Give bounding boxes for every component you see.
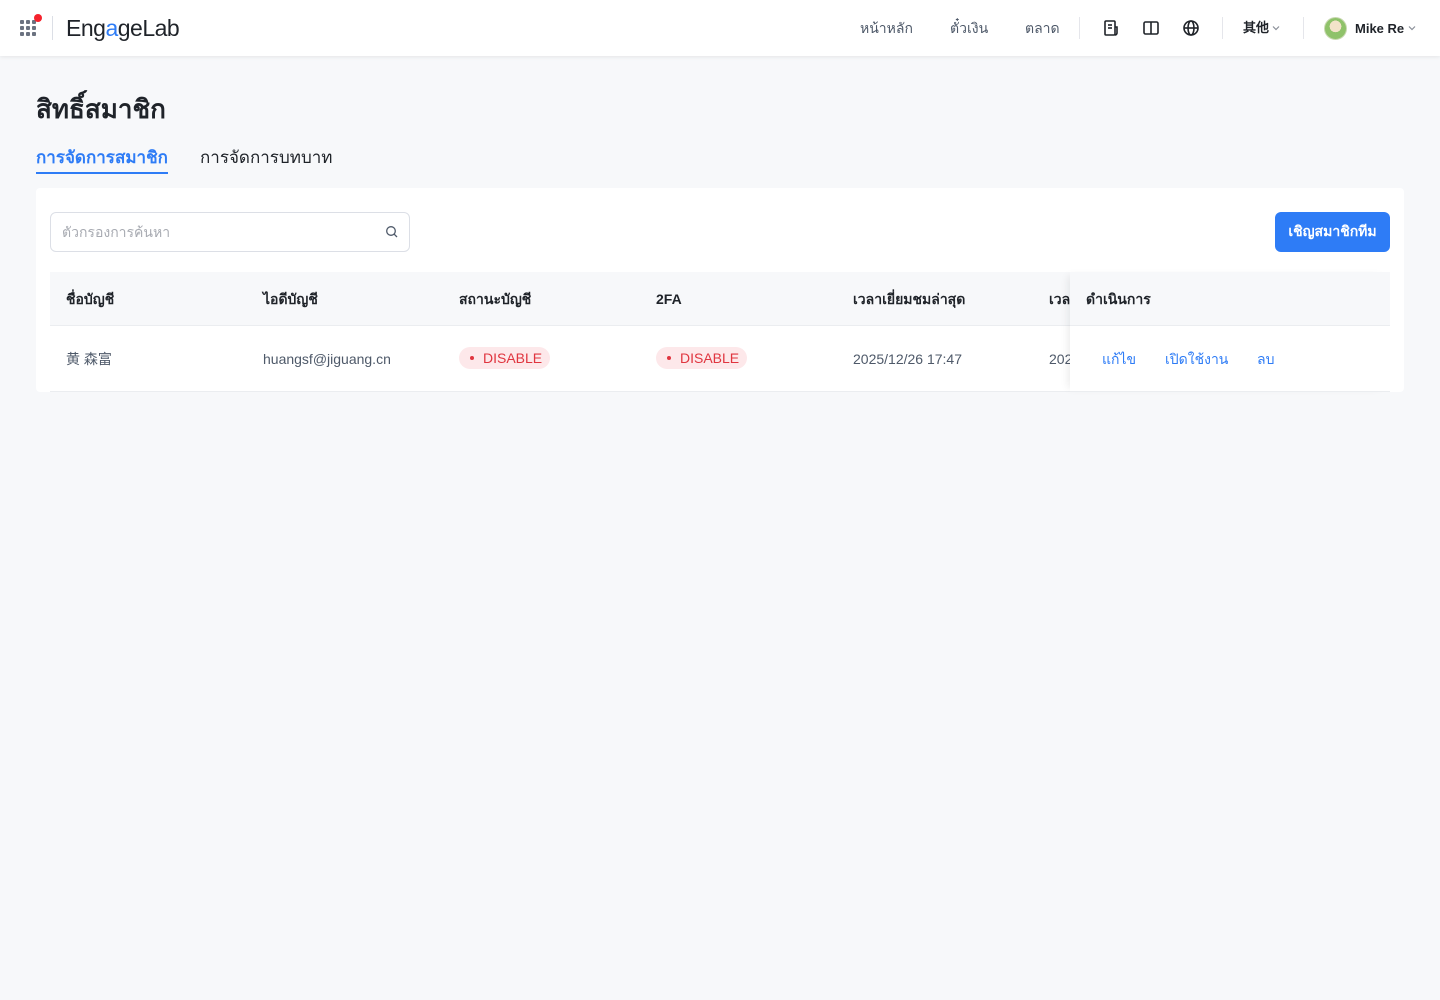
avatar (1324, 16, 1347, 40)
members-card: เชิญสมาชิกทีม ชื่อบัญชี ไอดีบัญชี สถานะบ… (36, 188, 1404, 392)
top-navigation-bar: EngageLab หน้าหลัก ตั๋วเงิน ตลาด 其他 Mike (0, 0, 1440, 56)
chevron-down-icon (1408, 26, 1416, 31)
apps-grid-icon[interactable] (20, 14, 42, 38)
nav-market[interactable]: ตลาด (1025, 18, 1060, 38)
status-badge: DISABLE (459, 347, 551, 369)
nav-bills[interactable]: ตั๋วเงิน (950, 18, 988, 38)
engagelab-logo[interactable]: EngageLab (66, 13, 180, 43)
cell-last-visit: 2025/12/26 17:47 (853, 351, 962, 367)
search-icon[interactable] (385, 225, 399, 239)
page-title: สิทธิ์สมาชิก (36, 94, 166, 124)
nav-divider (1303, 17, 1304, 39)
user-menu[interactable]: Mike Re (1324, 16, 1417, 40)
chevron-down-icon (1272, 26, 1280, 31)
column-header-account-id: ไอดีบัญชี (263, 291, 318, 307)
tab-role-management[interactable]: การจัดการบทบาท (200, 146, 332, 172)
tab-member-management[interactable]: การจัดการสมาชิก (36, 146, 168, 174)
cell-account-name: 黄 森富 (66, 351, 112, 367)
language-label: 其他 (1243, 20, 1270, 35)
members-table: ชื่อบัญชี ไอดีบัญชี สถานะบัญชี 2FA เวลาเ… (50, 272, 1390, 392)
column-header-account-status: สถานะบัญชี (459, 291, 532, 307)
nav-divider (1222, 17, 1223, 39)
column-header-2fa: 2FA (656, 291, 682, 307)
logo-divider (52, 16, 53, 40)
notification-dot (34, 14, 42, 22)
column-header-actions: ดำเนินการ (1086, 291, 1151, 307)
actions-column: ดำเนินการ แก้ไข เปิดใช้งาน ลบ (1070, 272, 1390, 392)
column-header-last-visit: เวลาเยี่ยมชมล่าสุด (853, 291, 966, 307)
cell-time: 202 (1049, 351, 1070, 367)
nav-divider (1079, 17, 1080, 39)
invite-team-member-button[interactable]: เชิญสมาชิกทีม (1275, 212, 1390, 252)
document-icon[interactable] (1101, 18, 1121, 38)
delete-link[interactable]: ลบ (1257, 326, 1274, 392)
book-icon[interactable] (1141, 18, 1161, 38)
edit-link[interactable]: แก้ไข (1102, 326, 1136, 392)
enable-link[interactable]: เปิดใช้งาน (1165, 326, 1228, 392)
twofa-badge: DISABLE (656, 347, 748, 369)
user-name: Mike Re (1355, 20, 1405, 36)
language-select[interactable]: 其他 (1243, 19, 1281, 37)
globe-icon[interactable] (1181, 18, 1201, 38)
search-input[interactable] (62, 213, 372, 251)
search-box[interactable] (50, 212, 410, 252)
column-header-account-name: ชื่อบัญชี (66, 291, 115, 307)
cell-account-id: huangsf@jiguang.cn (263, 351, 391, 367)
nav-home[interactable]: หน้าหลัก (860, 18, 913, 38)
